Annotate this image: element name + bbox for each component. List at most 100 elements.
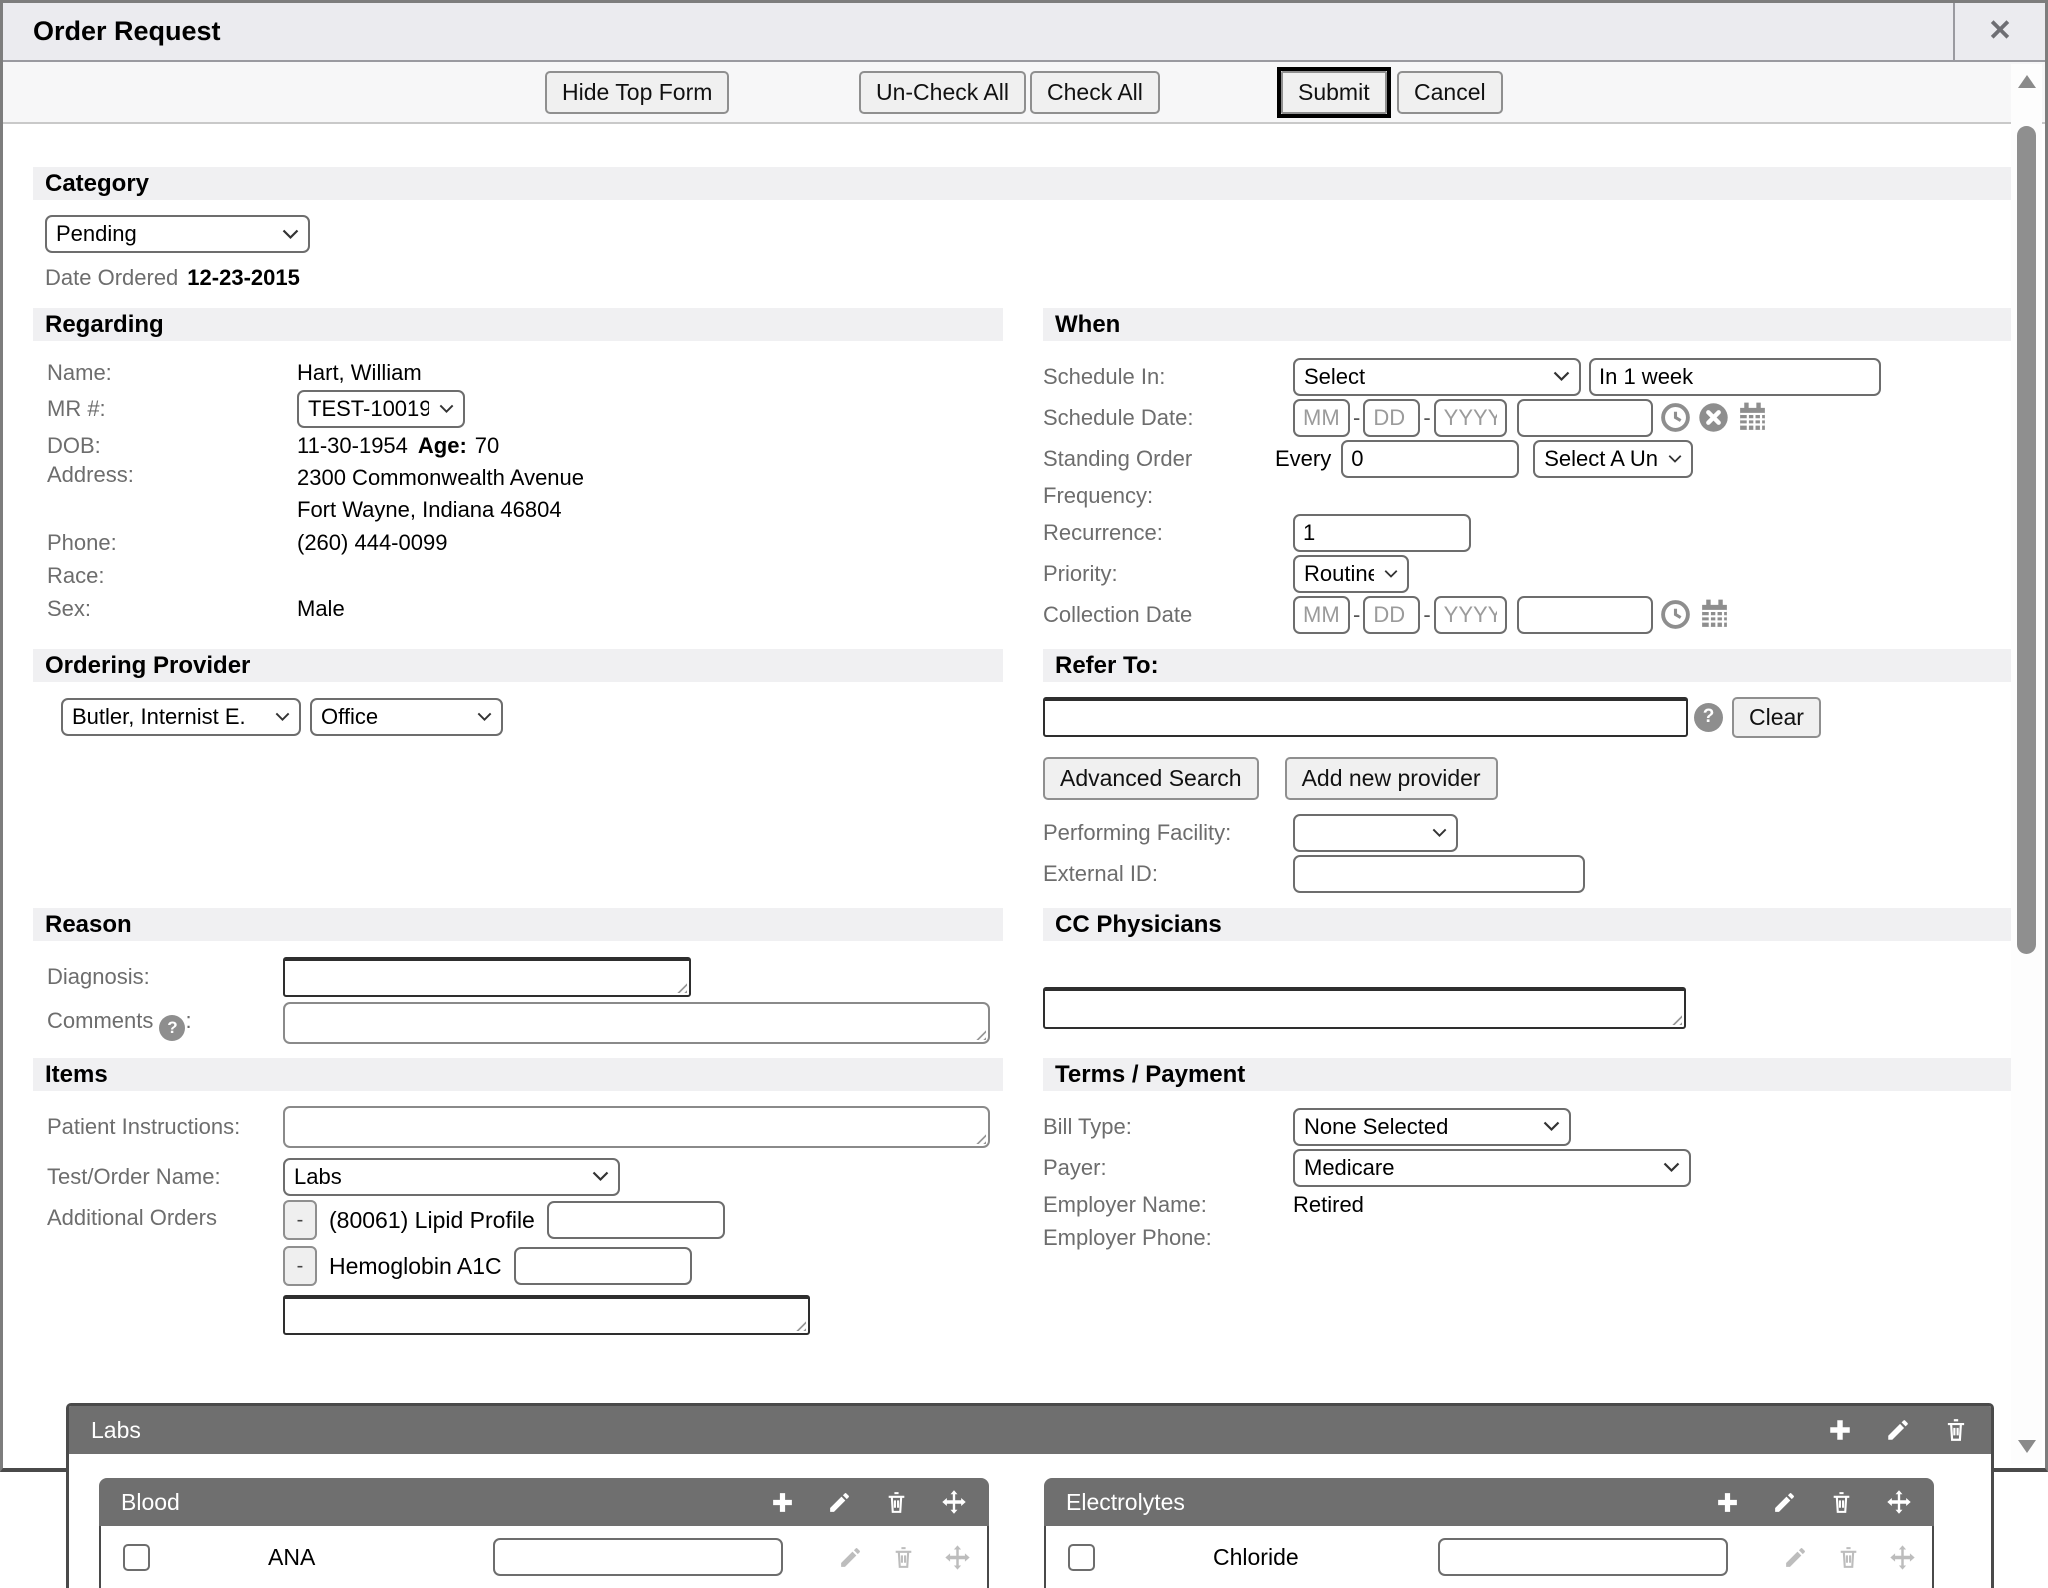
date-separator: - [1353,602,1360,628]
dob-value: 11-30-1954 [297,433,408,459]
payer-select[interactable]: Medicare [1293,1149,1691,1187]
uncheck-all-button[interactable]: Un-Check All [859,71,1026,114]
lab-test-input[interactable] [493,1538,783,1576]
category-select[interactable]: Pending [45,215,310,253]
recurrence-input[interactable] [1293,514,1471,552]
delete-icon[interactable] [1836,1545,1861,1570]
edit-icon[interactable] [1783,1545,1808,1570]
performing-facility-label: Performing Facility: [1043,820,1293,846]
vertical-scrollbar[interactable] [2011,64,2042,1464]
chevron-down-icon [592,1171,609,1182]
edit-icon[interactable] [827,1490,852,1515]
remove-order-button[interactable]: - [283,1200,317,1240]
category-select-value: Pending [56,221,137,247]
clear-refer-to-button[interactable]: Clear [1732,697,1821,738]
edit-icon[interactable] [1772,1490,1797,1515]
comments-label-group: Comments ?: [47,1002,283,1041]
hide-top-form-button[interactable]: Hide Top Form [545,71,729,114]
name-row: Name: Hart, William [47,356,1003,389]
collection-date-month-input[interactable] [1293,596,1350,634]
edit-icon[interactable] [838,1545,863,1570]
ordering-provider-select[interactable]: Butler, Internist E. [61,698,301,736]
schedule-in-select[interactable]: Select [1293,358,1581,396]
ordering-location-select[interactable]: Office [310,698,503,736]
move-icon[interactable] [941,1489,967,1515]
advanced-search-button[interactable]: Advanced Search [1043,757,1259,800]
schedule-in-text-input[interactable] [1589,358,1881,396]
help-icon[interactable]: ? [1694,703,1723,732]
cc-physicians-input[interactable] [1043,987,1686,1029]
schedule-in-select-value: Select [1304,364,1365,390]
delete-icon[interactable] [1943,1417,1969,1443]
category-row: Pending [33,215,2045,253]
clock-icon[interactable] [1660,599,1691,630]
chevron-down-icon [1432,828,1447,838]
calendar-icon[interactable] [1698,598,1731,631]
cancel-button[interactable]: Cancel [1397,71,1503,114]
add-icon[interactable] [770,1490,795,1515]
cc-physicians-row [1043,986,2013,1030]
close-icon: ✕ [1988,17,2012,46]
standing-order-unit-select[interactable]: Select A Unit [1533,440,1693,478]
schedule-date-month-input[interactable] [1293,399,1350,437]
diagnosis-input[interactable] [283,957,691,997]
comments-textarea[interactable] [283,1002,990,1044]
calendar-icon[interactable] [1736,401,1769,434]
order-item-name: (80061) Lipid Profile [329,1207,535,1234]
delete-icon[interactable] [891,1545,916,1570]
collection-date-time-input[interactable] [1517,596,1653,634]
delete-icon[interactable] [1829,1490,1854,1515]
clear-date-icon[interactable] [1698,402,1729,433]
help-icon[interactable]: ? [159,1015,185,1041]
schedule-date-year-input[interactable] [1434,399,1507,437]
scroll-up-arrow-icon[interactable] [2018,75,2036,88]
check-all-button[interactable]: Check All [1030,71,1160,114]
order-item-input[interactable] [514,1247,692,1285]
bill-type-select[interactable]: None Selected [1293,1108,1571,1146]
collection-date-year-input[interactable] [1434,596,1507,634]
add-new-provider-button[interactable]: Add new provider [1285,757,1498,800]
move-icon[interactable] [1886,1489,1912,1515]
schedule-date-time-input[interactable] [1517,399,1653,437]
race-row: Race: [47,559,1003,592]
standing-order-every-input[interactable] [1341,440,1519,478]
remove-order-button[interactable]: - [283,1246,317,1286]
delete-icon[interactable] [884,1490,909,1515]
order-request-dialog: Order Request ✕ Hide Top Form Un-Check A… [0,0,2048,1472]
recurrence-label: Recurrence: [1043,520,1293,546]
move-icon[interactable] [1889,1544,1916,1571]
external-id-input[interactable] [1293,855,1585,893]
lab-test-checkbox[interactable] [1068,1544,1095,1571]
move-icon[interactable] [944,1544,971,1571]
scroll-down-arrow-icon[interactable] [2018,1440,2036,1453]
age-value: 70 [475,433,499,459]
add-icon[interactable] [1715,1490,1740,1515]
date-ordered-row: Date Ordered 12-23-2015 [33,261,2045,294]
external-id-label: External ID: [1043,861,1293,887]
edit-icon[interactable] [1885,1417,1911,1443]
clock-icon[interactable] [1660,402,1691,433]
performing-facility-row: Performing Facility: [1043,812,2013,853]
schedule-date-day-input[interactable] [1363,399,1420,437]
date-separator: - [1423,602,1430,628]
collection-date-day-input[interactable] [1363,596,1420,634]
lab-test-input[interactable] [1438,1538,1728,1576]
comments-label: Comments [47,1008,153,1033]
test-order-select[interactable]: Labs [283,1158,620,1196]
refer-to-search-input[interactable] [1043,697,1688,737]
payer-value: Medicare [1304,1155,1394,1181]
add-icon[interactable] [1827,1417,1853,1443]
order-item-input[interactable] [547,1201,725,1239]
priority-select[interactable]: Routine [1293,555,1409,593]
add-order-input[interactable] [283,1295,810,1335]
submit-button[interactable]: Submit [1281,71,1387,114]
lab-test-checkbox[interactable] [123,1544,150,1571]
mr-select[interactable]: TEST-10019 [297,390,465,428]
order-item: - (80061) Lipid Profile [283,1197,810,1243]
refer-to-search-row: ? Clear [1043,696,2013,738]
patient-instructions-textarea[interactable] [283,1106,990,1148]
scrollbar-thumb[interactable] [2017,126,2036,954]
close-button[interactable]: ✕ [1953,3,2045,60]
items-section: Items Patient Instructions: Test/Order N… [33,1058,1003,1341]
performing-facility-select[interactable] [1293,814,1458,852]
